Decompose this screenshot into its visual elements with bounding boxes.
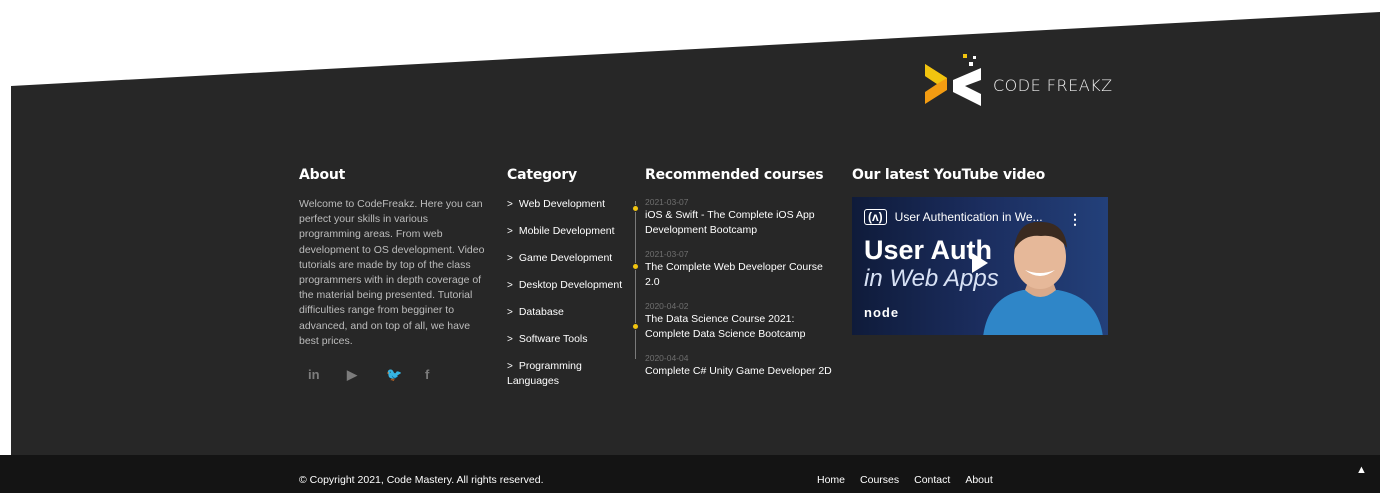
footer-nav-about[interactable]: About bbox=[965, 474, 992, 486]
category-heading: Category bbox=[507, 167, 577, 183]
course-date: 2020-04-02 bbox=[645, 301, 689, 311]
about-heading: About bbox=[299, 167, 346, 183]
course-date: 2021-03-07 bbox=[645, 197, 689, 207]
footer-nav-contact[interactable]: Contact bbox=[914, 474, 950, 486]
channel-badge-icon: (ʌ) bbox=[864, 209, 887, 225]
category-list: > Web Development > Mobile Development > Ga… bbox=[507, 197, 632, 389]
category-item[interactable]: > Software Tools bbox=[507, 332, 632, 347]
category-section: Category > Web Development > Mobile Develo… bbox=[507, 167, 632, 401]
play-icon[interactable] bbox=[972, 253, 988, 273]
chevron-right-icon: > bbox=[507, 307, 513, 318]
brand-logo[interactable]: CODE FREAKZ bbox=[925, 50, 1113, 116]
nodejs-logo-icon: node bbox=[864, 305, 900, 320]
more-options-icon[interactable]: ⋮ bbox=[1068, 211, 1082, 228]
code-freakz-logo-icon bbox=[925, 54, 981, 106]
video-title[interactable]: User Authentication in We... bbox=[895, 210, 1043, 224]
facebook-icon[interactable]: f bbox=[416, 367, 455, 383]
footer-nav: Home Courses Contact About bbox=[817, 474, 1008, 486]
chevron-right-icon: > bbox=[507, 226, 513, 237]
timeline-dot bbox=[632, 205, 639, 212]
category-item[interactable]: > Web Development bbox=[507, 197, 632, 212]
brand-name: CODE FREAKZ bbox=[993, 75, 1113, 95]
category-item[interactable]: > Desktop Development bbox=[507, 278, 632, 293]
chevron-right-icon: > bbox=[507, 280, 513, 291]
youtube-icon[interactable]: ▶ bbox=[338, 367, 377, 383]
timeline-line bbox=[635, 201, 636, 359]
bottom-bar: © Copyright 2021, Code Mastery. All righ… bbox=[0, 455, 1380, 493]
course-date: 2021-03-07 bbox=[645, 249, 689, 259]
category-item[interactable]: > Programming Languages bbox=[507, 359, 632, 389]
scroll-to-top-icon[interactable]: ▲ bbox=[1356, 464, 1367, 476]
category-item[interactable]: > Game Development bbox=[507, 251, 632, 266]
course-item[interactable]: 2021-03-07 iOS & Swift - The Complete iO… bbox=[632, 197, 835, 238]
timeline-dot bbox=[632, 323, 639, 330]
course-item[interactable]: 2020-04-02 The Data Science Course 2021:… bbox=[632, 301, 835, 342]
youtube-video-embed[interactable]: (ʌ) User Authentication in We... ⋮ User … bbox=[852, 197, 1108, 335]
courses-heading: Recommended courses bbox=[645, 167, 824, 183]
course-date: 2020-04-04 bbox=[645, 353, 689, 363]
chevron-right-icon: > bbox=[507, 199, 513, 210]
social-links: in ▶ 🐦 f bbox=[299, 367, 489, 383]
category-item[interactable]: > Database bbox=[507, 305, 632, 320]
video-title-bar: (ʌ) User Authentication in We... bbox=[864, 209, 1043, 225]
course-item[interactable]: 2021-03-07 The Complete Web Developer Co… bbox=[632, 249, 835, 290]
course-title: The Data Science Course 2021: Complete D… bbox=[645, 313, 806, 340]
linkedin-icon[interactable]: in bbox=[299, 367, 338, 383]
about-text: Welcome to CodeFreakz. Here you can perf… bbox=[299, 198, 485, 347]
category-item[interactable]: > Mobile Development bbox=[507, 224, 632, 239]
copyright-text: © Copyright 2021, Code Mastery. All righ… bbox=[299, 474, 544, 486]
chevron-right-icon: > bbox=[507, 361, 513, 372]
timeline-dot bbox=[632, 263, 639, 270]
twitter-icon[interactable]: 🐦 bbox=[377, 367, 416, 383]
courses-timeline: 2021-03-07 iOS & Swift - The Complete iO… bbox=[632, 197, 835, 379]
footer-nav-home[interactable]: Home bbox=[817, 474, 845, 486]
youtube-heading: Our latest YouTube video bbox=[852, 167, 1046, 183]
course-title: Complete C# Unity Game Developer 2D bbox=[645, 365, 832, 377]
course-title: The Complete Web Developer Course 2.0 bbox=[645, 261, 823, 288]
course-item[interactable]: 2020-04-04 Complete C# Unity Game Develo… bbox=[645, 353, 835, 379]
chevron-right-icon: > bbox=[507, 334, 513, 345]
chevron-right-icon: > bbox=[507, 253, 513, 264]
about-section: About Welcome to CodeFreakz. Here you ca… bbox=[299, 167, 489, 383]
recommended-courses-section: Recommended courses 2021-03-07 iOS & Swi… bbox=[632, 167, 835, 390]
youtube-section: Our latest YouTube video (ʌ) User Authen… bbox=[852, 167, 1112, 335]
footer-nav-courses[interactable]: Courses bbox=[860, 474, 899, 486]
course-title: iOS & Swift - The Complete iOS App Devel… bbox=[645, 209, 815, 236]
